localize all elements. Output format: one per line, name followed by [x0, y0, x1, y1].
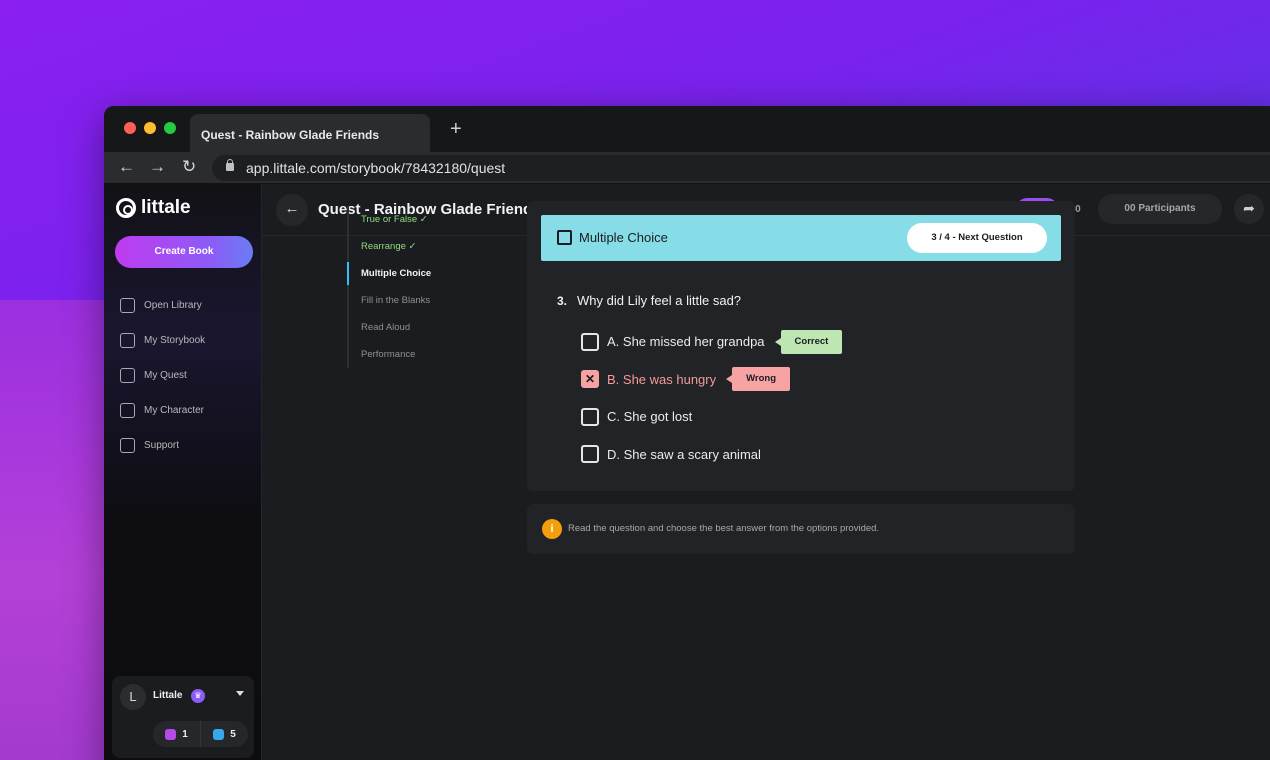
- main-content: ← Quest - Rainbow Glade Friends 🏆 00 00 …: [262, 184, 1270, 760]
- open-book-icon: [120, 298, 135, 313]
- book-icon: [165, 728, 177, 740]
- sidebar-item-label: My Character: [144, 405, 205, 416]
- checkbox-list-icon: [557, 230, 572, 245]
- sidebar-item-support[interactable]: Support: [120, 428, 205, 463]
- step-label: True or False: [361, 214, 418, 225]
- question-header: Multiple Choice 3 / 4 - Next Question: [541, 215, 1061, 261]
- logo-icon: [116, 198, 136, 218]
- answer-options: A. She missed her grandpa Correct ✕ B. S…: [581, 323, 843, 474]
- hint-box: i Read the question and choose the best …: [527, 504, 1075, 554]
- question-number: 3.: [557, 294, 568, 308]
- user-card[interactable]: L Littale ♛ 1 5: [112, 676, 254, 758]
- step-fill-in-the-blanks[interactable]: Fill in the Blanks: [349, 287, 431, 314]
- back-button[interactable]: ←: [276, 194, 308, 226]
- option-label: C. She got lost: [607, 409, 693, 425]
- question-prompt: Why did Lily feel a little sad?: [577, 293, 742, 308]
- step-multiple-choice[interactable]: Multiple Choice: [346, 260, 432, 287]
- user-stats: 1 5: [153, 721, 248, 747]
- help-icon: [120, 438, 135, 453]
- browser-tab[interactable]: Quest - Rainbow Glade Friends: [190, 114, 430, 152]
- option-label: A. She missed her grandpa: [607, 334, 765, 350]
- create-book-button[interactable]: Create Book: [115, 236, 253, 268]
- sidebar-item-label: Support: [144, 440, 180, 451]
- next-question-button[interactable]: 3 / 4 - Next Question: [907, 223, 1047, 253]
- title-bar: Quest - Rainbow Glade Friends +: [104, 106, 1270, 152]
- sidebar-item-label: My Storybook: [144, 335, 206, 346]
- step-label: Fill in the Blanks: [361, 295, 431, 306]
- chevron-down-icon[interactable]: [236, 691, 244, 696]
- sidebar-item-open-library[interactable]: Open Library: [120, 288, 205, 323]
- url-text: app.littale.com/storybook/78432180/quest: [246, 160, 506, 176]
- image-icon: [213, 728, 225, 740]
- sidebar-item-label: My Quest: [144, 370, 187, 381]
- option-c[interactable]: C. She got lost: [581, 398, 842, 436]
- maximize-window-button[interactable]: [164, 122, 176, 134]
- forward-arrow-icon[interactable]: →: [149, 158, 166, 176]
- correct-badge: Correct: [774, 329, 843, 354]
- character-icon: [120, 403, 135, 418]
- question-card: Multiple Choice 3 / 4 - Next Question 3.…: [527, 201, 1075, 491]
- avatar: L: [120, 684, 146, 710]
- option-label: D. She saw a scary animal: [607, 446, 761, 462]
- check-icon: ✓: [419, 214, 428, 225]
- new-tab-icon[interactable]: +: [450, 118, 462, 141]
- stat-books: 1: [153, 721, 200, 747]
- sidebar-item-my-quest[interactable]: My Quest: [120, 358, 205, 393]
- checkbox[interactable]: [581, 332, 599, 351]
- step-label: Read Aloud: [361, 322, 411, 333]
- close-window-button[interactable]: [124, 122, 136, 134]
- step-performance[interactable]: Performance: [349, 341, 431, 368]
- brand-logo[interactable]: littale: [116, 197, 191, 219]
- checkbox[interactable]: [581, 407, 599, 426]
- sidebar-nav: Open Library My Storybook My Quest My Ch…: [120, 288, 205, 463]
- quest-steps: True or False ✓ Rearrange ✓ Multiple Cho…: [346, 206, 432, 368]
- crown-icon: ♛: [191, 689, 205, 703]
- step-read-aloud[interactable]: Read Aloud: [349, 314, 431, 341]
- back-arrow-icon[interactable]: ←: [118, 158, 135, 176]
- stat-images: 5: [200, 721, 248, 747]
- graduation-cap-icon: [120, 368, 135, 383]
- brand-name: littale: [141, 197, 191, 218]
- sidebar-item-label: Open Library: [144, 300, 202, 311]
- step-label: Performance: [361, 349, 416, 360]
- sidebar-item-my-character[interactable]: My Character: [120, 393, 205, 428]
- check-icon: ✓: [408, 241, 417, 252]
- question-text: 3. Why did Lily feel a little sad?: [557, 293, 741, 308]
- info-icon: i: [542, 519, 562, 539]
- checkbox[interactable]: [581, 445, 599, 464]
- browser-window: Quest - Rainbow Glade Friends + ← → ↻ ap…: [104, 106, 1270, 760]
- sidebar: littale Create Book Open Library My Stor…: [104, 184, 262, 760]
- step-rearrange[interactable]: Rearrange ✓: [349, 233, 431, 260]
- step-label: Multiple Choice: [361, 268, 432, 279]
- address-bar: ← → ↻ app.littale.com/storybook/78432180…: [104, 152, 1270, 184]
- window-controls: [124, 122, 176, 134]
- url-field[interactable]: app.littale.com/storybook/78432180/quest: [212, 155, 1270, 181]
- step-true-or-false[interactable]: True or False ✓: [349, 206, 431, 233]
- participants-button[interactable]: 00 Participants: [1098, 194, 1222, 224]
- minimize-window-button[interactable]: [144, 122, 156, 134]
- hint-text: Read the question and choose the best an…: [568, 523, 880, 534]
- lock-icon: [226, 159, 234, 171]
- user-name: Littale: [153, 690, 183, 701]
- share-icon[interactable]: ➦: [1234, 194, 1264, 224]
- option-label: B. She was hungry: [607, 371, 717, 387]
- option-d[interactable]: D. She saw a scary animal: [581, 436, 842, 474]
- step-label: Rearrange: [361, 241, 406, 252]
- question-type: Multiple Choice: [579, 230, 668, 245]
- option-b[interactable]: ✕ B. She was hungry Wrong: [581, 361, 842, 399]
- stat-value: 1: [182, 728, 188, 740]
- wrong-badge: Wrong: [726, 367, 791, 392]
- sidebar-item-my-storybook[interactable]: My Storybook: [120, 323, 205, 358]
- app: littale Create Book Open Library My Stor…: [104, 184, 1270, 760]
- option-a[interactable]: A. She missed her grandpa Correct: [581, 323, 843, 361]
- reload-icon[interactable]: ↻: [182, 158, 196, 176]
- x-icon[interactable]: ✕: [581, 370, 599, 389]
- stat-value: 5: [230, 728, 236, 740]
- storybook-icon: [120, 333, 135, 348]
